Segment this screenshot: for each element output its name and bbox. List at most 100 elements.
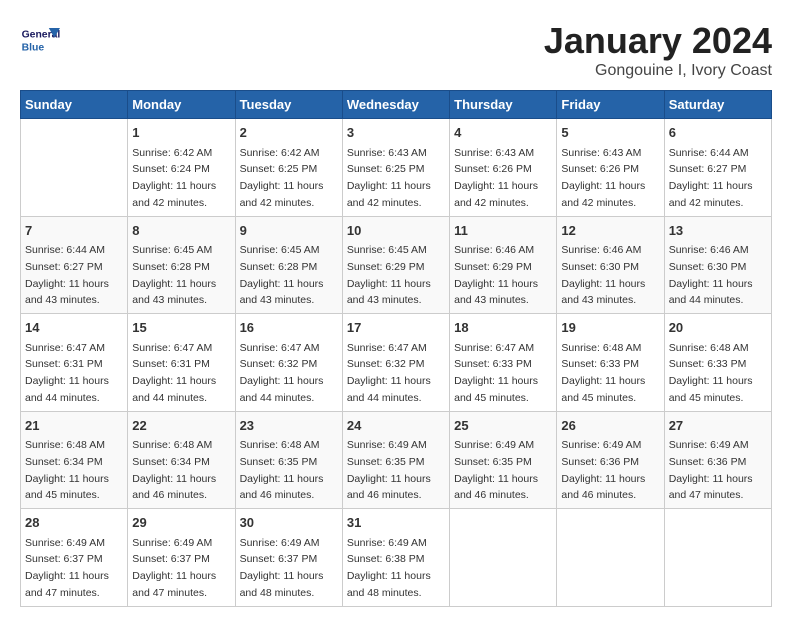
calendar-cell: 5 Sunrise: 6:43 AM Sunset: 6:26 PM Daylig… [557, 119, 664, 217]
day-info: Sunrise: 6:49 AM Sunset: 6:38 PM Dayligh… [347, 537, 431, 599]
day-info: Sunrise: 6:49 AM Sunset: 6:37 PM Dayligh… [25, 537, 109, 599]
calendar-cell: 17 Sunrise: 6:47 AM Sunset: 6:32 PM Dayli… [342, 314, 449, 412]
calendar-week-3: 14 Sunrise: 6:47 AM Sunset: 6:31 PM Dayli… [21, 314, 772, 412]
page-header: General Blue January 2024 Gongouine I, I… [20, 20, 772, 80]
day-number: 18 [454, 318, 552, 338]
day-info: Sunrise: 6:48 AM Sunset: 6:33 PM Dayligh… [669, 342, 753, 404]
day-number: 24 [347, 416, 445, 436]
calendar-cell: 12Sunrise: 6:46 AM Sunset: 6:30 PM Dayli… [557, 216, 664, 314]
day-header-sunday: Sunday [21, 91, 128, 119]
logo: General Blue [20, 20, 64, 60]
day-number: 8 [132, 221, 230, 241]
day-number: 10 [347, 221, 445, 241]
day-info: Sunrise: 6:45 AM Sunset: 6:28 PM Dayligh… [240, 244, 324, 306]
day-info: Sunrise: 6:46 AM Sunset: 6:30 PM Dayligh… [669, 244, 753, 306]
calendar-cell: 25Sunrise: 6:49 AM Sunset: 6:35 PM Dayli… [450, 411, 557, 509]
calendar-cell: 6 Sunrise: 6:44 AM Sunset: 6:27 PM Daylig… [664, 119, 771, 217]
day-number: 17 [347, 318, 445, 338]
calendar-cell: 27 Sunrise: 6:49 AM Sunset: 6:36 PM Dayli… [664, 411, 771, 509]
day-info: Sunrise: 6:47 AM Sunset: 6:32 PM Dayligh… [240, 342, 324, 404]
calendar-cell [450, 509, 557, 607]
calendar-cell: 8 Sunrise: 6:45 AM Sunset: 6:28 PM Daylig… [128, 216, 235, 314]
day-info: Sunrise: 6:45 AM Sunset: 6:28 PM Dayligh… [132, 244, 216, 306]
calendar-cell: 19Sunrise: 6:48 AM Sunset: 6:33 PM Dayli… [557, 314, 664, 412]
day-info: Sunrise: 6:43 AM Sunset: 6:26 PM Dayligh… [561, 147, 645, 209]
calendar-cell: 15 Sunrise: 6:47 AM Sunset: 6:31 PM Dayli… [128, 314, 235, 412]
day-number: 30 [240, 513, 338, 533]
day-info: Sunrise: 6:44 AM Sunset: 6:27 PM Dayligh… [669, 147, 753, 209]
calendar-cell: 13 Sunrise: 6:46 AM Sunset: 6:30 PM Dayli… [664, 216, 771, 314]
day-info: Sunrise: 6:48 AM Sunset: 6:34 PM Dayligh… [132, 439, 216, 501]
day-info: Sunrise: 6:47 AM Sunset: 6:31 PM Dayligh… [25, 342, 109, 404]
day-header-wednesday: Wednesday [342, 91, 449, 119]
day-info: Sunrise: 6:45 AM Sunset: 6:29 PM Dayligh… [347, 244, 431, 306]
calendar-cell: 24Sunrise: 6:49 AM Sunset: 6:35 PM Dayli… [342, 411, 449, 509]
calendar-cell: 22 Sunrise: 6:48 AM Sunset: 6:34 PM Dayli… [128, 411, 235, 509]
calendar-cell: 30 Sunrise: 6:49 AM Sunset: 6:37 PM Dayli… [235, 509, 342, 607]
day-number: 6 [669, 123, 767, 143]
day-info: Sunrise: 6:42 AM Sunset: 6:24 PM Dayligh… [132, 147, 216, 209]
calendar-cell: 23 Sunrise: 6:48 AM Sunset: 6:35 PM Dayli… [235, 411, 342, 509]
day-header-thursday: Thursday [450, 91, 557, 119]
days-header-row: SundayMondayTuesdayWednesdayThursdayFrid… [21, 91, 772, 119]
day-number: 13 [669, 221, 767, 241]
day-info: Sunrise: 6:48 AM Sunset: 6:33 PM Dayligh… [561, 342, 645, 404]
day-info: Sunrise: 6:42 AM Sunset: 6:25 PM Dayligh… [240, 147, 324, 209]
day-number: 2 [240, 123, 338, 143]
calendar-cell: 10 Sunrise: 6:45 AM Sunset: 6:29 PM Dayli… [342, 216, 449, 314]
day-number: 11 [454, 221, 552, 241]
calendar-subtitle: Gongouine I, Ivory Coast [544, 62, 772, 80]
calendar-cell: 28 Sunrise: 6:49 AM Sunset: 6:37 PM Dayli… [21, 509, 128, 607]
day-info: Sunrise: 6:43 AM Sunset: 6:26 PM Dayligh… [454, 147, 538, 209]
day-number: 27 [669, 416, 767, 436]
calendar-week-2: 7 Sunrise: 6:44 AM Sunset: 6:27 PM Daylig… [21, 216, 772, 314]
calendar-title: January 2024 [544, 20, 772, 62]
day-number: 22 [132, 416, 230, 436]
day-header-friday: Friday [557, 91, 664, 119]
calendar-cell [557, 509, 664, 607]
day-info: Sunrise: 6:46 AM Sunset: 6:29 PM Dayligh… [454, 244, 538, 306]
day-number: 16 [240, 318, 338, 338]
calendar-cell: 11 Sunrise: 6:46 AM Sunset: 6:29 PM Dayli… [450, 216, 557, 314]
calendar-table: SundayMondayTuesdayWednesdayThursdayFrid… [20, 90, 772, 607]
calendar-week-4: 21Sunrise: 6:48 AM Sunset: 6:34 PM Dayli… [21, 411, 772, 509]
calendar-cell: 2 Sunrise: 6:42 AM Sunset: 6:25 PM Daylig… [235, 119, 342, 217]
calendar-cell: 31Sunrise: 6:49 AM Sunset: 6:38 PM Dayli… [342, 509, 449, 607]
day-info: Sunrise: 6:48 AM Sunset: 6:35 PM Dayligh… [240, 439, 324, 501]
day-header-saturday: Saturday [664, 91, 771, 119]
day-number: 12 [561, 221, 659, 241]
day-number: 20 [669, 318, 767, 338]
day-info: Sunrise: 6:49 AM Sunset: 6:37 PM Dayligh… [240, 537, 324, 599]
calendar-cell [21, 119, 128, 217]
calendar-cell: 4 Sunrise: 6:43 AM Sunset: 6:26 PM Daylig… [450, 119, 557, 217]
calendar-cell: 1Sunrise: 6:42 AM Sunset: 6:24 PM Daylig… [128, 119, 235, 217]
calendar-cell: 26Sunrise: 6:49 AM Sunset: 6:36 PM Dayli… [557, 411, 664, 509]
day-info: Sunrise: 6:47 AM Sunset: 6:32 PM Dayligh… [347, 342, 431, 404]
day-number: 15 [132, 318, 230, 338]
calendar-cell: 21Sunrise: 6:48 AM Sunset: 6:34 PM Dayli… [21, 411, 128, 509]
day-number: 5 [561, 123, 659, 143]
day-info: Sunrise: 6:49 AM Sunset: 6:36 PM Dayligh… [669, 439, 753, 501]
day-number: 7 [25, 221, 123, 241]
day-number: 4 [454, 123, 552, 143]
calendar-cell: 14 Sunrise: 6:47 AM Sunset: 6:31 PM Dayli… [21, 314, 128, 412]
calendar-cell: 29Sunrise: 6:49 AM Sunset: 6:37 PM Dayli… [128, 509, 235, 607]
calendar-week-5: 28 Sunrise: 6:49 AM Sunset: 6:37 PM Dayli… [21, 509, 772, 607]
day-number: 25 [454, 416, 552, 436]
day-number: 9 [240, 221, 338, 241]
day-number: 23 [240, 416, 338, 436]
day-info: Sunrise: 6:48 AM Sunset: 6:34 PM Dayligh… [25, 439, 109, 501]
day-info: Sunrise: 6:43 AM Sunset: 6:25 PM Dayligh… [347, 147, 431, 209]
calendar-cell [664, 509, 771, 607]
logo-icon: General Blue [20, 20, 60, 60]
day-info: Sunrise: 6:47 AM Sunset: 6:31 PM Dayligh… [132, 342, 216, 404]
day-info: Sunrise: 6:47 AM Sunset: 6:33 PM Dayligh… [454, 342, 538, 404]
day-number: 3 [347, 123, 445, 143]
day-number: 28 [25, 513, 123, 533]
calendar-cell: 16 Sunrise: 6:47 AM Sunset: 6:32 PM Dayli… [235, 314, 342, 412]
day-header-tuesday: Tuesday [235, 91, 342, 119]
calendar-cell: 7 Sunrise: 6:44 AM Sunset: 6:27 PM Daylig… [21, 216, 128, 314]
day-info: Sunrise: 6:44 AM Sunset: 6:27 PM Dayligh… [25, 244, 109, 306]
day-number: 14 [25, 318, 123, 338]
day-number: 29 [132, 513, 230, 533]
